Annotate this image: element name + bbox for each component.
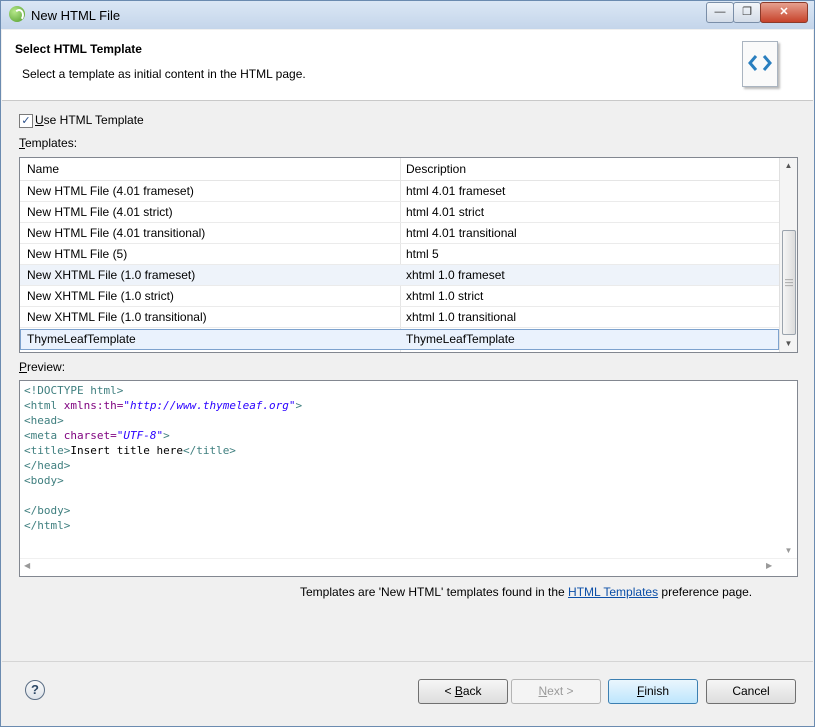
code-html-open: <html xyxy=(24,399,58,412)
code-xmlns-attr: xmlns:th= xyxy=(57,399,124,412)
next-button[interactable]: Next > xyxy=(511,679,601,704)
templates-label: Templates: xyxy=(19,136,77,150)
scroll-up-arrow-icon[interactable]: ▲ xyxy=(780,158,797,174)
template-name: New HTML File (4.01 transitional) xyxy=(27,226,206,240)
button-bar-divider xyxy=(2,661,813,662)
code-bracket: > xyxy=(163,429,170,442)
template-description: html 5 xyxy=(406,247,439,261)
table-row[interactable]: New XHTML File (1.0 transitional) xhtml … xyxy=(20,307,779,328)
template-description: ThymeLeafTemplate xyxy=(406,332,515,346)
label-text: review: xyxy=(27,360,66,374)
column-header-description[interactable]: Description xyxy=(406,162,466,176)
scroll-right-arrow-icon[interactable]: ▶ xyxy=(766,561,772,570)
scrollbar-thumb[interactable]: — — — xyxy=(782,230,796,335)
code-meta-open: <meta xyxy=(24,429,58,442)
code-title-open: <title> xyxy=(24,444,71,457)
wizard-banner: Select HTML Template Select a template a… xyxy=(2,30,813,101)
template-preview[interactable]: <!DOCTYPE html> <html xmlns:th="http://w… xyxy=(19,380,798,577)
code-doctype: <!DOCTYPE html> xyxy=(24,384,124,397)
code-html-close: </html> xyxy=(24,519,71,532)
accelerator-key: B xyxy=(454,684,463,698)
template-name: New HTML File (4.01 strict) xyxy=(27,205,173,219)
accelerator-key: P xyxy=(19,360,28,374)
template-name: New XHTML File (1.0 transitional) xyxy=(27,310,207,324)
preview-code: <!DOCTYPE html> <html xmlns:th="http://w… xyxy=(24,383,302,533)
back-label: ack xyxy=(462,684,482,698)
templates-table[interactable]: Name Description New HTML File (4.01 fra… xyxy=(19,157,798,353)
table-vertical-scrollbar[interactable]: ▲ — — — ▼ xyxy=(779,158,797,352)
scroll-down-arrow-icon[interactable]: ▼ xyxy=(780,336,797,352)
template-name: New HTML File (5) xyxy=(27,247,128,261)
code-bracket: > xyxy=(295,399,303,412)
accelerator-key: U xyxy=(35,113,44,127)
html-templates-link[interactable]: HTML Templates xyxy=(568,585,658,599)
html-tag-icon xyxy=(742,41,778,87)
template-description: xhtml 1.0 strict xyxy=(406,289,484,303)
scroll-down-arrow-icon[interactable]: ▼ xyxy=(780,543,797,559)
title-bar[interactable]: New HTML File — ❐ ✕ xyxy=(1,1,814,29)
cancel-button[interactable]: Cancel xyxy=(706,679,796,704)
page-title: Select HTML Template xyxy=(15,42,142,56)
page-description: Select a template as initial content in … xyxy=(22,67,306,81)
column-header-name[interactable]: Name xyxy=(27,162,59,176)
table-row[interactable]: New HTML File (4.01 strict) html 4.01 st… xyxy=(20,202,779,223)
grip-icon: — — — xyxy=(785,275,793,290)
template-description: html 4.01 frameset xyxy=(406,184,506,198)
finish-label: inish xyxy=(644,684,670,698)
template-name: New HTML File (4.01 frameset) xyxy=(27,184,194,198)
minimize-button[interactable]: — xyxy=(706,2,734,23)
code-charset-value: "UTF-8" xyxy=(116,429,164,442)
accelerator-key: N xyxy=(538,684,548,698)
preview-horizontal-scrollbar[interactable]: ◀ ▶ xyxy=(20,558,797,576)
templates-footnote: Templates are 'New HTML' templates found… xyxy=(300,585,752,599)
template-description: html 4.01 transitional xyxy=(406,226,517,240)
back-button[interactable]: < Back xyxy=(418,679,508,704)
code-xmlns-value: "http://www.thymeleaf.org" xyxy=(123,399,296,412)
table-row-selected[interactable]: ThymeLeafTemplate ThymeLeafTemplate xyxy=(20,329,779,350)
close-button[interactable]: ✕ xyxy=(760,2,808,23)
template-name: ThymeLeafTemplate xyxy=(27,332,136,346)
preview-label: Preview: xyxy=(19,360,65,374)
code-head-close: </head> xyxy=(24,459,71,472)
table-row[interactable]: New XHTML File (1.0 strict) xhtml 1.0 st… xyxy=(20,286,779,307)
preview-vertical-scrollbar[interactable]: ▼ xyxy=(780,381,797,559)
next-label: ext > xyxy=(547,684,574,698)
table-row[interactable]: New XHTML File (1.0 frameset) xhtml 1.0 … xyxy=(20,265,779,286)
code-body-close: </body> xyxy=(24,504,71,517)
code-charset-attr: charset= xyxy=(57,429,117,442)
template-name: New XHTML File (1.0 strict) xyxy=(27,289,174,303)
help-icon[interactable]: ? xyxy=(25,680,45,700)
code-body-open: <body> xyxy=(24,474,64,487)
use-html-template-label: Use HTML Template xyxy=(35,113,144,127)
new-html-file-dialog: New HTML File — ❐ ✕ Select HTML Template… xyxy=(0,0,815,727)
label-text: emplates: xyxy=(25,136,78,150)
table-row[interactable]: New HTML File (4.01 transitional) html 4… xyxy=(20,223,779,244)
template-description: xhtml 1.0 transitional xyxy=(406,310,517,324)
table-row[interactable]: New HTML File (4.01 frameset) html 4.01 … xyxy=(20,181,779,202)
template-description: xhtml 1.0 frameset xyxy=(406,268,505,282)
template-name: New XHTML File (1.0 frameset) xyxy=(27,268,196,282)
code-head-open: <head> xyxy=(24,414,64,427)
template-description: html 4.01 strict xyxy=(406,205,485,219)
label-text: se HTML Template xyxy=(43,113,144,127)
finish-button[interactable]: Finish xyxy=(608,679,698,704)
footnote-suffix: preference page. xyxy=(658,585,753,599)
back-prefix: < xyxy=(444,684,455,698)
maximize-button[interactable]: ❐ xyxy=(733,2,761,23)
code-title-close: </title> xyxy=(182,444,236,457)
window-title: New HTML File xyxy=(31,8,121,23)
checkbox-box[interactable]: ✓ xyxy=(19,114,33,128)
table-row[interactable]: New HTML File (5) html 5 xyxy=(20,244,779,265)
scroll-left-arrow-icon[interactable]: ◀ xyxy=(24,561,30,570)
code-title-text: Insert title here xyxy=(70,444,183,457)
spring-app-icon xyxy=(9,6,25,22)
footnote-prefix: Templates are 'New HTML' templates found… xyxy=(300,585,569,599)
